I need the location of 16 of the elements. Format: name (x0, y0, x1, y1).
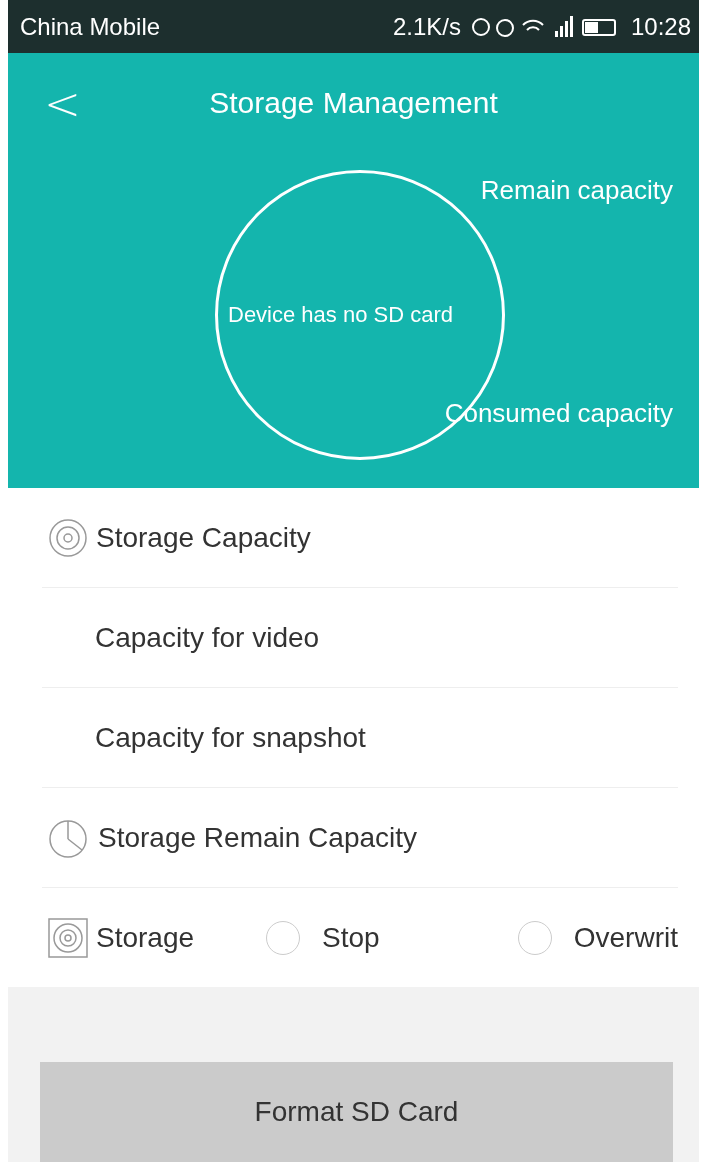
row-label: Storage Capacity (96, 521, 311, 554)
row-label: Capacity for video (95, 621, 320, 654)
remain-capacity-label: Remain capacity (480, 175, 673, 207)
row-label: Storage Remain Capacity (98, 821, 418, 854)
network-speed: 2.1K/s (392, 12, 461, 41)
clock-time: 10:28 (630, 12, 691, 41)
disc-icon (48, 517, 88, 558)
page-title: Storage Management (209, 86, 498, 121)
no-sd-card-label: Device has no SD card (228, 302, 453, 329)
row-label: Storage (96, 921, 195, 954)
row-label: Capacity for snapshot (95, 721, 366, 754)
format-sd-card-button[interactable]: Format SD Card (40, 1062, 673, 1162)
carrier-name: China Mobile (20, 12, 161, 41)
option-label: Stop (322, 921, 380, 954)
option-label: Overwrit (573, 921, 678, 954)
storage-icon (48, 917, 88, 958)
